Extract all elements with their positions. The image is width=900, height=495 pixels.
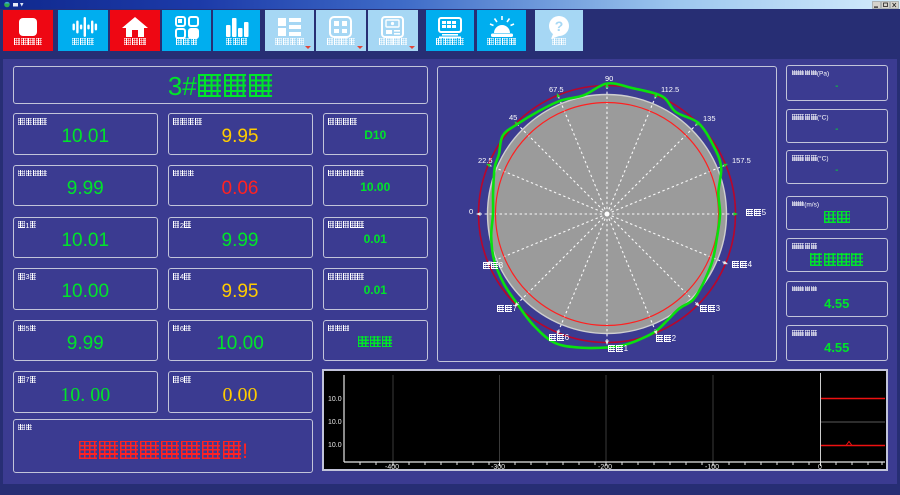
svg-text:10.0: 10.0	[328, 419, 342, 426]
svg-text:?: ?	[555, 18, 564, 34]
svg-text:10.0: 10.0	[328, 442, 342, 449]
svg-text:-300: -300	[491, 464, 505, 469]
svg-text:-200: -200	[598, 464, 612, 469]
svg-text:0: 0	[818, 464, 822, 469]
svg-text:-100: -100	[705, 464, 719, 469]
svg-text:-400: -400	[385, 464, 399, 469]
svg-text:10.0: 10.0	[328, 396, 342, 403]
